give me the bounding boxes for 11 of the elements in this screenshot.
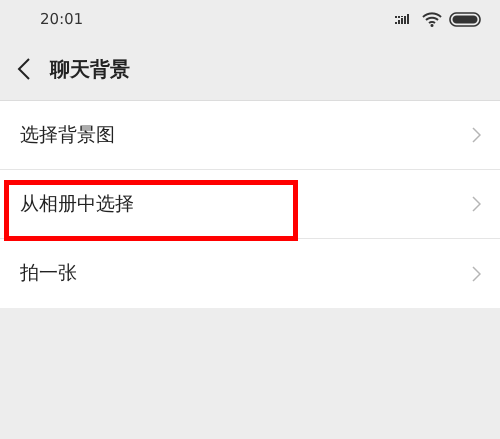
battery-icon (449, 12, 481, 26)
status-time: 20:01 (40, 8, 84, 30)
page-title: 聊天背景 (50, 56, 130, 83)
chevron-icon (472, 196, 481, 212)
wifi-icon (422, 12, 442, 26)
back-icon[interactable] (17, 58, 31, 80)
chevron-icon (472, 127, 481, 143)
menu-item[interactable]: 拍一张 (0, 239, 500, 308)
menu-item[interactable]: 从相册中选择 (0, 170, 500, 239)
menu-item[interactable]: 选择背景图 (0, 101, 500, 170)
chevron-icon (472, 266, 481, 282)
